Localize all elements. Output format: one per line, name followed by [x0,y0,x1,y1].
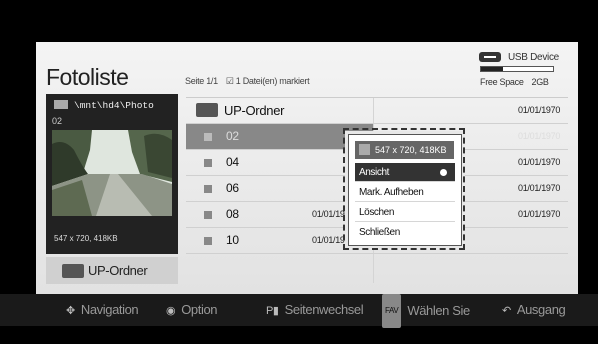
back-arrow-icon: ↶ [502,305,511,317]
footer-navigation-label: Navigation [80,302,139,317]
preview-resolution: 547 x 720, 418KB [54,234,118,243]
menu-item-label: Ansicht [359,167,389,178]
footer-choose-label: Wählen Sie [407,303,470,318]
usb-device-label: USB Device [508,52,559,63]
road-photo-image [52,130,172,216]
free-space: Free Space 2GB [480,77,549,87]
file-name: 10 [226,233,239,247]
folder-path: \mnt\hd4\Photo [54,100,174,111]
photo-list-panel: Fotoliste Seite 1/1 ☑ 1 Datei(en) markier… [36,42,578,294]
footer-bar: ✥ Navigation ◉ Option P▮ Seitenwechsel FAV W… [0,294,598,328]
up-folder-button[interactable]: UP-Ordner [46,257,178,284]
footer-page-change: P▮ Seitenwechsel [266,294,364,326]
footer-option: ◉ Option [166,294,218,326]
footer-option-label: Option [181,302,218,317]
file-name: 06 [226,181,239,195]
option-menu-header-text: 547 x 720, 418KB [375,145,447,155]
selected-highlight [186,124,373,149]
preview-index: 02 [52,116,63,126]
footer-exit: ↶ Ausgang [502,294,566,326]
menu-item-close[interactable]: Schließen [355,223,455,242]
file-date: 01/01/1970 [518,105,561,115]
option-menu: 547 x 720, 418KB Ansicht Mark. Aufheben … [348,134,462,246]
menu-item-label: Mark. Aufheben [359,187,424,198]
checkbox-checked-icon[interactable] [204,133,212,141]
page-info: Seite 1/1 ☑ 1 Datei(en) markiert [185,76,310,87]
file-date: 01/01/1970 [518,157,561,167]
selection-count: ☑ 1 Datei(en) markiert [225,76,310,86]
folder-icon [54,100,68,109]
info-icon [359,144,370,155]
menu-item-label: Schließen [359,227,400,238]
menu-item-delete[interactable]: Löschen [355,203,455,222]
up-folder-icon [196,103,218,117]
radio-selected-icon [440,169,447,176]
folder-path-text: \mnt\hd4\Photo [74,100,154,111]
page-title: Fotoliste [46,64,129,90]
checkbox-icon[interactable] [204,237,212,245]
up-folder-label: UP-Ordner [224,103,285,118]
list-item-up-folder[interactable]: UP-Ordner 01/01/1970 [186,98,568,124]
checkbox-icon[interactable] [204,211,212,219]
file-date: 01/01/1970 [518,209,561,219]
page-indicator: Seite 1/1 [185,76,218,86]
up-folder-icon [62,264,84,278]
photo-thumbnail [52,130,172,216]
menu-item-unmark[interactable]: Mark. Aufheben [355,183,455,202]
checkbox-icon[interactable] [204,159,212,167]
photo-preview: \mnt\hd4\Photo 02 547 x 720, 418KB [46,94,178,254]
usb-icon [479,52,501,62]
fav-badge: FAV [382,294,402,328]
storage-bar-fill [481,67,503,71]
storage-bar [480,66,554,72]
page-updown-icon: P▮ [266,305,279,317]
footer-page-change-label: Seitenwechsel [284,302,364,317]
file-date: 01/01/1970 [518,183,561,193]
option-menu-header: 547 x 720, 418KB [355,141,454,159]
free-space-value: 2GB [531,77,549,87]
menu-item-view[interactable]: Ansicht [355,163,455,182]
up-folder-button-label: UP-Ordner [88,263,148,278]
ok-dot-icon: ◉ [166,305,176,317]
footer-exit-label: Ausgang [516,302,566,317]
file-date: 01/01/1970 [518,131,561,141]
footer-choose: FAV Wählen Sie [382,294,470,328]
free-space-label: Free Space [480,77,524,87]
menu-item-label: Löschen [359,207,395,218]
file-name: 04 [226,155,239,169]
dpad-icon: ✥ [66,305,75,317]
file-name: 08 [226,207,239,221]
file-name: 02 [226,129,239,143]
checkbox-icon[interactable] [204,185,212,193]
footer-navigation: ✥ Navigation [66,294,139,326]
